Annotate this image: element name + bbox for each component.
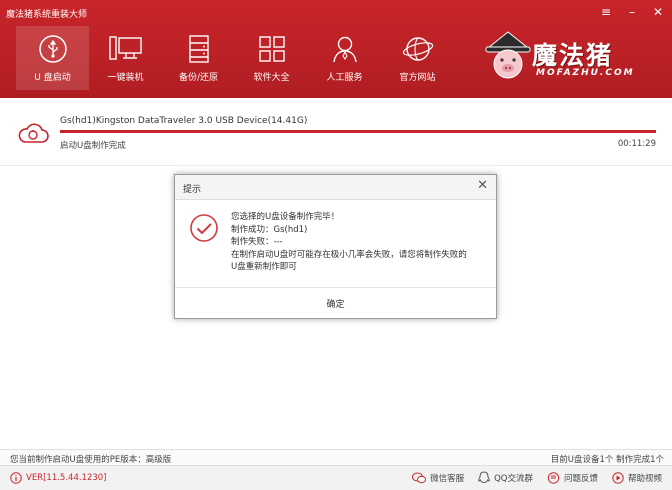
- prompt-dialog: 提示 ✕ 您选择的U盘设备制作完毕！ 制作成功：Gs(hd1) 制作失败：---…: [174, 174, 497, 319]
- pig-mascot-icon: [485, 31, 531, 79]
- qq-icon: [478, 471, 490, 484]
- cloud-usb-icon: [18, 123, 49, 143]
- dialog-line: 在制作启动U盘时可能存在极小几率会失败，请您将制作失败的: [231, 249, 467, 260]
- app-title: 魔法猪系统重装大师: [6, 10, 88, 20]
- dialog-message: 您选择的U盘设备制作完毕！ 制作成功：Gs(hd1) 制作失败：--- 在制作启…: [231, 211, 491, 274]
- nav-label: 人工服务: [326, 73, 363, 83]
- nav-label: 备份/还原: [178, 73, 219, 83]
- footer-link-label: 问题反馈: [563, 473, 598, 484]
- minimize-button[interactable]: –: [626, 5, 638, 19]
- nav-label: 软件大全: [253, 73, 290, 83]
- footer-link-help-video[interactable]: 帮助视频: [612, 471, 662, 484]
- nav-item-website[interactable]: 官方网站: [381, 26, 454, 90]
- nav-item-support[interactable]: 人工服务: [308, 26, 381, 90]
- nav-item-software[interactable]: 软件大全: [235, 26, 308, 90]
- nav-item-backup-restore[interactable]: 备份/还原: [162, 26, 235, 90]
- dialog-close-button[interactable]: ✕: [477, 179, 488, 193]
- divider: [0, 165, 672, 166]
- ok-button[interactable]: 确定: [326, 297, 344, 310]
- device-count-info: 目前U盘设备1个 制作完成1个: [550, 455, 664, 465]
- support-icon: [332, 36, 357, 63]
- install-icon: [108, 36, 142, 60]
- usb-icon: [38, 35, 67, 63]
- footer-link-label: 微信客服: [430, 473, 465, 484]
- globe-icon: [402, 37, 433, 61]
- footer-link-wechat[interactable]: 微信客服: [412, 471, 464, 484]
- footer-links: 微信客服 QQ交流群 问题反馈 帮助视频: [412, 471, 662, 484]
- dialog-header: 提示 ✕: [175, 175, 496, 200]
- nav-label: 一键装机: [107, 73, 144, 83]
- footer-link-label: QQ交流群: [494, 473, 533, 484]
- info-icon: [10, 472, 22, 484]
- logo-text: 魔法猪: [532, 41, 614, 70]
- footer: VER[11.5.44.1230] 微信客服 QQ交流群 问题反馈 帮助视频: [0, 465, 672, 490]
- nav-label: 官方网站: [399, 73, 436, 83]
- progress-bar: [60, 130, 656, 133]
- feedback-icon: [547, 471, 560, 484]
- dialog-line: 制作成功：Gs(hd1): [231, 224, 308, 235]
- wechat-icon: [412, 472, 427, 483]
- window-controls: ≡ – ✕: [600, 5, 664, 19]
- info-bar: 您当前制作启动U盘使用的PE版本：高级版 目前U盘设备1个 制作完成1个: [0, 449, 672, 465]
- device-progress-row: Gs(hd1)Kingston DataTraveler 3.0 USB Dev…: [0, 110, 672, 158]
- status-text: 启动U盘制作完成: [60, 141, 126, 151]
- help-video-icon: [612, 471, 624, 484]
- version-text: VER[11.5.44.1230]: [26, 473, 107, 483]
- dialog-line: 制作失败：---: [231, 237, 283, 247]
- pe-version-info: 您当前制作启动U盘使用的PE版本：高级版: [10, 455, 172, 465]
- device-name: Gs(hd1)Kingston DataTraveler 3.0 USB Dev…: [60, 116, 308, 126]
- dialog-title: 提示: [183, 185, 202, 195]
- brand-logo: 魔法猪 MOFAZHU.COM: [482, 30, 662, 86]
- nav-label: U 盘启动: [34, 73, 71, 83]
- nav-item-one-click-install[interactable]: 一键装机: [89, 26, 162, 90]
- nav-item-usb-boot[interactable]: U 盘启动: [16, 26, 89, 90]
- close-button[interactable]: ✕: [652, 5, 664, 19]
- dialog-line: 您选择的U盘设备制作完毕！: [231, 212, 340, 222]
- dialog-line: U盘重新制作即可: [231, 262, 297, 272]
- elapsed-time: 00:11:29: [617, 139, 656, 149]
- menu-icon[interactable]: ≡: [600, 5, 612, 19]
- success-check-icon: [190, 214, 218, 242]
- footer-link-qq[interactable]: QQ交流群: [478, 471, 533, 484]
- footer-link-feedback[interactable]: 问题反馈: [547, 471, 598, 484]
- progress-fill: [60, 130, 656, 133]
- version-info[interactable]: VER[11.5.44.1230]: [10, 472, 107, 484]
- footer-link-label: 帮助视频: [627, 473, 662, 484]
- main-nav: U 盘启动 一键装机 备份/还原 软件大全 人工服务 官方网站: [16, 26, 454, 90]
- apps-icon: [258, 36, 285, 62]
- backup-icon: [188, 35, 209, 63]
- title-bar: 魔法猪系统重装大师 ≡ – ✕ U 盘启动 一键装机 备份/还原 软件大全 人工…: [0, 0, 672, 98]
- dialog-footer: 确定: [175, 287, 496, 318]
- logo-subtext: MOFAZHU.COM: [536, 68, 635, 78]
